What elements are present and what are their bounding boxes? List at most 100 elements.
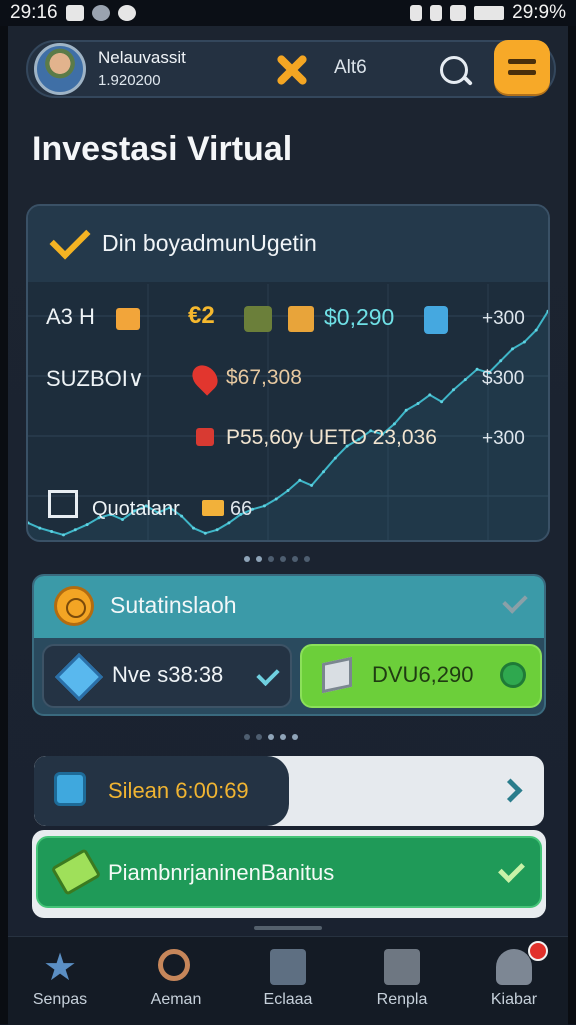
- data-point: [392, 422, 396, 426]
- row-label-1: A3 H: [46, 304, 95, 329]
- search-icon[interactable]: [440, 56, 468, 84]
- profile-bar: Nelauvassit 1.920200 Alt6: [26, 40, 556, 98]
- nav-label: Senpas: [32, 991, 88, 1008]
- trade-title: Sutatinslaoh: [110, 592, 237, 618]
- data-point: [227, 521, 231, 525]
- data-point: [440, 400, 444, 404]
- box-icon: [288, 306, 314, 332]
- status-right: 29:9%: [410, 2, 566, 24]
- chat-icon: [500, 662, 526, 688]
- cash-icon: [244, 306, 272, 332]
- bottom-nav: ★ Senpas Aeman Eclaaa Renpla Kiabar: [8, 936, 568, 1025]
- data-point: [463, 378, 467, 382]
- home-icon: [48, 490, 78, 518]
- nav-label: Eclaaa: [263, 991, 313, 1008]
- nav-item-eclaaa[interactable]: Eclaaa: [238, 937, 338, 1025]
- buy-option[interactable]: DVU6,290: [300, 644, 542, 708]
- nav-item-aeman[interactable]: Aeman: [126, 937, 226, 1025]
- row-label-2: SUZBOI∨: [46, 366, 145, 391]
- confirm-button[interactable]: PiambnrjaninenBanitus: [36, 836, 542, 908]
- data-point: [404, 408, 408, 412]
- data-point: [50, 530, 54, 533]
- folder-icon: [202, 500, 224, 516]
- confirm-label: PiambnrjaninenBanitus: [108, 860, 335, 885]
- star-icon: ★: [42, 945, 78, 989]
- notification-badge: [528, 941, 548, 961]
- battery-percent: 29:9%: [512, 2, 566, 23]
- data-point: [522, 340, 526, 344]
- bluetooth-icon: [430, 5, 443, 21]
- row-price-2: $67,308: [226, 366, 302, 389]
- ticket-icon: [50, 848, 102, 896]
- timer-bar[interactable]: Silean 6:00:69: [34, 756, 544, 826]
- axis-label-3: +300: [482, 428, 525, 449]
- status-bar: 29:16 29:9%: [0, 0, 576, 26]
- chevron-right-icon[interactable]: [498, 778, 523, 803]
- avatar[interactable]: [34, 43, 86, 95]
- page-dots-2: [244, 734, 298, 740]
- nav-item-kiabar[interactable]: Kiabar: [464, 937, 564, 1025]
- nav-label: Renpla: [376, 991, 428, 1008]
- sell-option[interactable]: Nve s38:38: [42, 644, 292, 708]
- data-point: [286, 489, 290, 492]
- buy-option-label: DVU6,290: [372, 662, 474, 687]
- app-screen: Nelauvassit 1.920200 Alt6 Investasi Virt…: [8, 26, 568, 1025]
- row-badge-4: 66: [230, 498, 253, 520]
- data-point: [180, 514, 184, 518]
- data-point: [452, 388, 455, 392]
- alert-icon: [196, 428, 214, 446]
- data-point: [85, 523, 89, 527]
- nav-label: Aeman: [150, 991, 202, 1008]
- calendar-icon: [384, 949, 420, 985]
- data-point: [475, 367, 479, 371]
- close-icon[interactable]: [274, 53, 308, 87]
- chart-title: Din boyadmunUgetin: [102, 230, 317, 256]
- coin-badge: €2: [188, 302, 215, 329]
- data-point: [73, 528, 77, 532]
- page-title: Investasi Virtual: [32, 130, 293, 168]
- edit-icon: [270, 949, 306, 985]
- data-point: [262, 504, 266, 508]
- data-point: [310, 483, 314, 487]
- alt-label: Alt6: [334, 57, 367, 78]
- magnifier-icon: [158, 949, 190, 981]
- phone-frame-right: [568, 26, 576, 1024]
- check-icon: [498, 856, 525, 883]
- data-point: [274, 497, 278, 501]
- battery-icon: [474, 6, 505, 20]
- check-icon: [256, 662, 280, 687]
- data-point: [333, 456, 337, 460]
- nav-item-senpas[interactable]: ★ Senpas: [10, 937, 110, 1025]
- wifi-icon: [450, 5, 467, 21]
- whatsapp-icon: [117, 5, 136, 21]
- status-time: 29:16: [10, 2, 58, 23]
- status-left: 29:16: [10, 2, 136, 24]
- menu-bar-top: [508, 59, 536, 64]
- data-point: [416, 402, 420, 405]
- user-balance: 1.920200: [98, 72, 161, 89]
- note-icon: [116, 308, 140, 330]
- data-point: [546, 309, 548, 313]
- trade-card: Sutatinslaoh Nve s38:38 DVU6,290: [32, 574, 546, 716]
- nav-item-renpla[interactable]: Renpla: [352, 937, 452, 1025]
- row-label-4: Quotalanr: [92, 498, 180, 520]
- mail-icon: [65, 5, 84, 21]
- menu-button[interactable]: [494, 40, 550, 94]
- chart-card: Din boyadmunUgetin A3 H €2 $0,290 +300 S…: [26, 204, 550, 542]
- users-icon: [496, 949, 532, 985]
- page-dots-1: [244, 556, 310, 562]
- nav-label: Kiabar: [490, 991, 538, 1008]
- username: Nelauvassit: [98, 48, 186, 67]
- scroll-handle[interactable]: [254, 926, 322, 930]
- clipboard-icon: [424, 306, 448, 334]
- axis-label-2: $300: [482, 368, 525, 389]
- data-point: [215, 528, 219, 532]
- data-point: [322, 470, 325, 474]
- data-point: [203, 531, 207, 535]
- data-point: [38, 526, 42, 530]
- data-point: [428, 393, 432, 397]
- data-point: [499, 359, 503, 363]
- coin-icon: [54, 586, 94, 626]
- timer-text: Silean 6:00:69: [108, 778, 249, 803]
- cube-icon: [322, 656, 352, 694]
